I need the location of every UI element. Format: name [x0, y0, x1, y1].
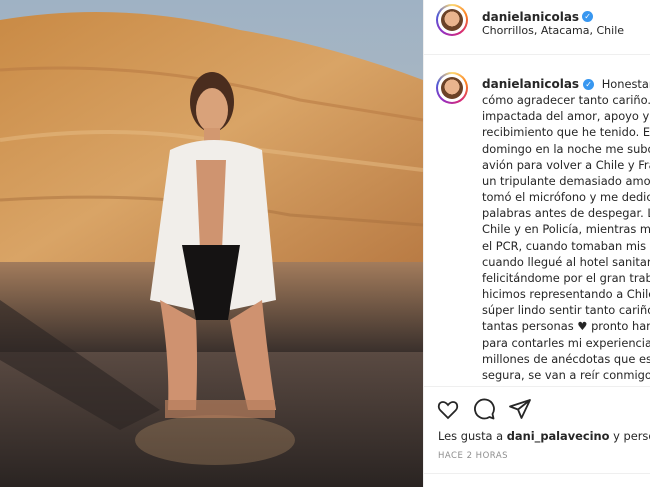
likes-prefix: Les gusta a — [438, 429, 507, 443]
caption-text: danielanicolas ✓ Honestamen cómo agradecer… — [482, 76, 650, 383]
verified-badge-icon: ✓ — [582, 11, 594, 22]
caption-line: segura, se van a reír conmigo 😊 — [482, 367, 650, 382]
caption-line: hicimos representando a Chile — [482, 287, 650, 302]
post-actions: Les gusta a dani_palavecino y persona HA… — [424, 386, 650, 487]
caption-line: cómo agradecer tanto cariño. E — [482, 93, 650, 108]
caption-line: recibimiento que he tenido. El — [482, 125, 650, 140]
comment-icon[interactable] — [472, 397, 496, 421]
post-side-panel: danielanicolas ✓ Chorrillos, Atacama, Chi… — [423, 0, 650, 487]
caption-line: el PCR, cuando tomaban mis d — [482, 238, 650, 253]
caption-username[interactable]: danielanicolas — [482, 77, 579, 91]
caption-avatar[interactable] — [436, 72, 468, 104]
photo-scene — [0, 0, 423, 487]
post-header: danielanicolas ✓ Chorrillos, Atacama, Chi… — [424, 0, 650, 55]
share-icon[interactable] — [508, 397, 532, 421]
caption-line: Honestamen — [601, 77, 650, 91]
header-username[interactable]: danielanicolas — [482, 10, 579, 24]
likes-summary: Les gusta a dani_palavecino y persona — [438, 429, 650, 443]
post-location[interactable]: Chorrillos, Atacama, Chile — [482, 24, 624, 37]
divider — [424, 473, 650, 474]
caption-line: domingo en la noche me subo — [482, 141, 650, 156]
caption-line: súper lindo sentir tanto cariño — [482, 303, 650, 318]
heart-icon[interactable] — [436, 397, 460, 421]
header-username-row: danielanicolas ✓ — [482, 6, 594, 25]
caption-line: tantas personas ♥ pronto haré — [482, 319, 650, 334]
caption-line: impactada del amor, apoyo y — [482, 109, 650, 124]
caption-line: palabras antes de despegar. Lle — [482, 206, 650, 221]
caption-line: para contarles mi experiencia y — [482, 335, 650, 350]
caption-line: felicitándome por el gran trabaj — [482, 270, 650, 285]
caption-line: Chile y en Policía, mientras me — [482, 222, 650, 237]
likes-user[interactable]: dani_palavecino — [507, 429, 610, 443]
verified-badge-icon: ✓ — [583, 79, 595, 90]
caption-line: avión para volver a Chile y Fran — [482, 157, 650, 172]
caption-line: un tripulante demasiado amoro — [482, 173, 650, 188]
caption-line: tomó el micrófono y me dedicó — [482, 190, 650, 205]
caption-section: danielanicolas ✓ Honestamen cómo agradecer… — [424, 68, 650, 386]
caption-line: cuando llegué al hotel sanitario — [482, 254, 650, 269]
caption-line: millones de anécdotas que esto — [482, 351, 650, 366]
post-photo[interactable] — [0, 0, 423, 487]
likes-suffix: y persona — [613, 429, 650, 443]
avatar[interactable] — [436, 4, 468, 36]
post-timestamp[interactable]: HACE 2 HORAS — [438, 451, 508, 461]
